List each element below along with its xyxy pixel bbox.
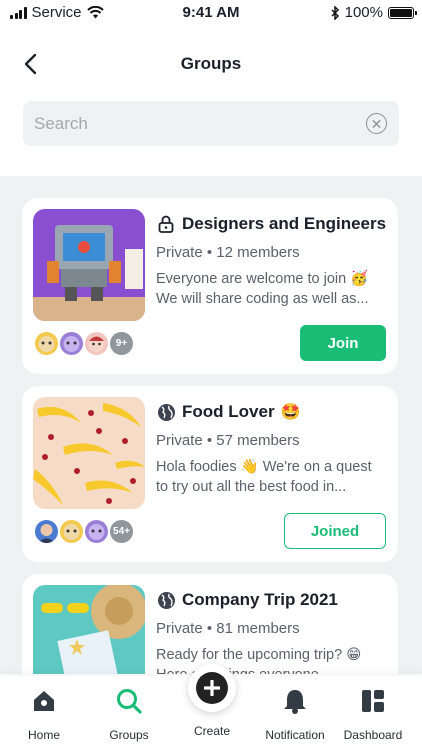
avatar — [83, 330, 110, 357]
tab-label: Create — [193, 724, 231, 738]
battery-icon — [388, 6, 417, 19]
group-emoji: 🤩 — [280, 404, 301, 421]
group-title-row: Company Trip 2021 — [156, 586, 388, 614]
group-card[interactable]: Food Lover 🤩 Private • 57 members Hola f… — [22, 386, 398, 562]
more-members-badge: 9+ — [108, 330, 135, 357]
member-avatars: 54+ — [33, 518, 135, 545]
group-image-robot — [33, 209, 145, 321]
status-right: 100% — [331, 4, 417, 21]
group-meta: Private • 12 members — [156, 244, 300, 261]
lock-icon — [156, 214, 176, 234]
tab-groups[interactable]: Groups — [87, 686, 171, 742]
tab-label: Groups — [109, 728, 149, 742]
avatar — [83, 518, 110, 545]
page-title: Groups — [180, 54, 242, 73]
group-card[interactable]: Designers and Engineers Private • 12 mem… — [22, 198, 398, 374]
home-icon — [2, 686, 86, 716]
join-button[interactable]: Join — [300, 325, 386, 361]
group-description: Everyone are welcome to join 🥳 We will s… — [156, 271, 369, 307]
avatar — [58, 330, 85, 357]
group-title-row: Food Lover 🤩 — [156, 398, 388, 426]
globe-icon — [156, 402, 176, 422]
group-meta: Private • 57 members — [156, 432, 300, 449]
more-members-badge: 54+ — [108, 518, 135, 545]
group-name: Designers and Engineers — [182, 214, 387, 233]
battery-percent: 100% — [344, 4, 383, 21]
group-card[interactable]: Company Trip 2021 Private • 81 members R… — [22, 574, 398, 674]
group-meta: Private • 81 members — [156, 620, 300, 637]
tab-notification[interactable]: Notification — [253, 686, 337, 742]
bluetooth-icon — [331, 5, 339, 20]
search-icon — [87, 686, 171, 716]
bell-icon — [253, 686, 337, 716]
dashboard-icon — [331, 686, 415, 716]
group-name: Company Trip 2021 — [182, 590, 338, 609]
group-image-trip — [33, 585, 145, 674]
group-list[interactable]: Designers and Engineers Private • 12 mem… — [0, 176, 422, 674]
close-icon: ✕ — [370, 115, 383, 132]
member-avatars: 9+ — [33, 330, 135, 357]
avatar — [33, 330, 60, 357]
status-bar: Service 9:41 AM 100% — [0, 0, 422, 26]
group-info: Company Trip 2021 Private • 81 members R… — [156, 586, 388, 674]
group-name: Food Lover — [182, 402, 275, 421]
tab-label: Notification — [265, 728, 325, 742]
group-description: Ready for the upcoming trip? 😁 Here are … — [156, 647, 362, 674]
header: Groups ✕ — [0, 26, 422, 176]
plus-icon — [196, 672, 228, 704]
search-input[interactable] — [23, 101, 323, 146]
search-bar: ✕ — [23, 101, 399, 146]
tab-label: Dashboard — [343, 728, 403, 742]
group-info: Food Lover 🤩 Private • 57 members Hola f… — [156, 398, 388, 497]
group-description: Hola foodies 👋 We're on a quest to try o… — [156, 459, 372, 495]
tab-home[interactable]: Home — [2, 686, 86, 742]
tab-label: Home — [27, 728, 60, 742]
tab-dashboard[interactable]: Dashboard — [331, 686, 415, 742]
group-title-row: Designers and Engineers — [156, 210, 388, 238]
group-image-bananas — [33, 397, 145, 509]
clear-search-button[interactable]: ✕ — [366, 113, 387, 134]
create-button[interactable] — [188, 664, 236, 712]
joined-button[interactable]: Joined — [284, 513, 386, 549]
globe-icon — [156, 590, 176, 610]
avatar — [33, 518, 60, 545]
avatar — [58, 518, 85, 545]
group-info: Designers and Engineers Private • 12 mem… — [156, 210, 388, 309]
